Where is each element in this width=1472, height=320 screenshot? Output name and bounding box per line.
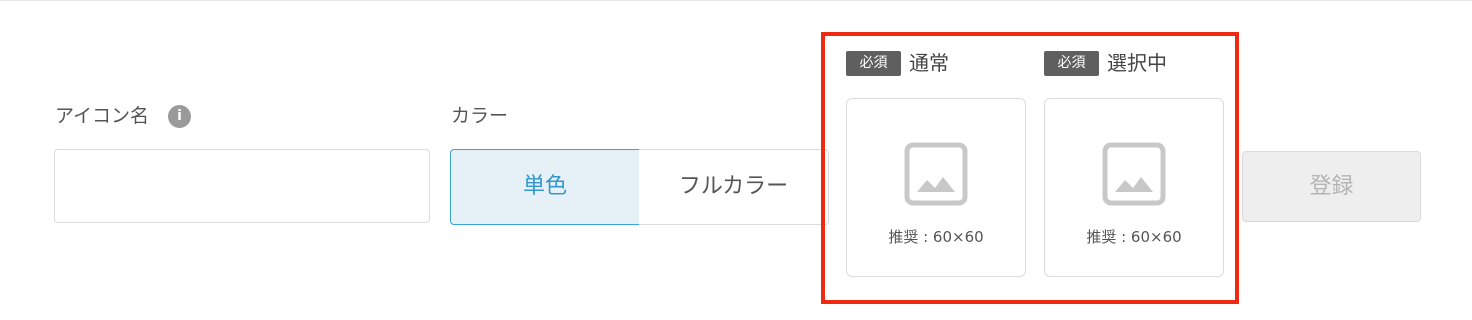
image-title-normal: 通常 <box>909 51 949 75</box>
info-icon[interactable]: i <box>168 105 191 128</box>
color-option-full-color[interactable]: フルカラー <box>639 149 829 225</box>
image-upload-normal[interactable]: 推奨 : 60×60 <box>846 98 1026 277</box>
required-badge-selected: 必須 <box>1044 51 1099 76</box>
color-option-single[interactable]: 単色 <box>450 149 640 225</box>
register-button[interactable]: 登録 <box>1242 151 1421 222</box>
top-divider <box>0 0 1472 1</box>
color-label: カラー <box>451 105 509 127</box>
image-upload-selected[interactable]: 推奨 : 60×60 <box>1044 98 1224 277</box>
recommended-size-normal: 推奨 : 60×60 <box>888 228 984 246</box>
icon-name-label: アイコン名 <box>55 105 150 127</box>
icon-name-input[interactable] <box>54 149 430 223</box>
image-placeholder-icon <box>904 142 968 206</box>
required-badge-normal: 必須 <box>846 51 901 76</box>
image-title-selected: 選択中 <box>1107 51 1167 75</box>
recommended-size-selected: 推奨 : 60×60 <box>1086 228 1182 246</box>
image-placeholder-icon <box>1102 142 1166 206</box>
